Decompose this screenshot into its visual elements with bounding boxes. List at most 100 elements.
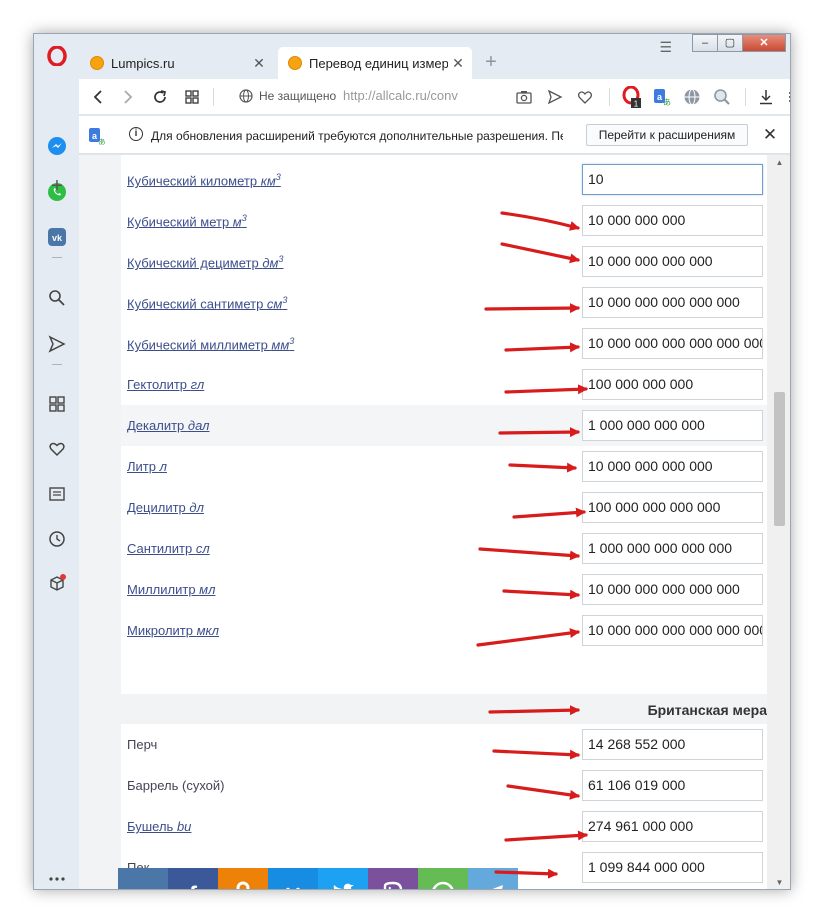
speed-dial-icon[interactable]	[181, 86, 203, 108]
translator-icon[interactable]: aあ	[651, 86, 673, 108]
unit-name-link[interactable]: Литр л	[127, 459, 167, 474]
opera-logo-icon[interactable]	[46, 45, 68, 67]
search-extension-icon[interactable]	[711, 86, 733, 108]
tab-unit-converter[interactable]: Перевод единиц измерения ✕	[278, 47, 472, 79]
download-icon[interactable]	[755, 86, 777, 108]
viber-icon	[383, 881, 403, 889]
conversion-row: Декалитр дал 1 000 000 000 000	[121, 405, 767, 446]
heart-icon[interactable]	[46, 438, 68, 460]
value-input[interactable]: 100 000 000 000	[582, 369, 763, 400]
unit-name-link[interactable]: Миллилитр мл	[127, 582, 215, 597]
unit-name-link[interactable]: Децилитр дл	[127, 500, 204, 515]
easy-setup-icon[interactable]	[783, 86, 790, 108]
whatsapp-icon	[432, 881, 454, 889]
value-input[interactable]: 100 000 000 000 000	[582, 492, 763, 523]
unit-name: Кубический метр	[127, 214, 233, 230]
unit-name-link[interactable]: Кубический сантиметр см3	[127, 295, 287, 311]
british-section-title: Британская мера	[647, 702, 767, 718]
share-moi-mir-button[interactable]	[268, 868, 318, 889]
value-input[interactable]: 14 268 552 000	[582, 729, 763, 760]
value-input[interactable]: 10 000 000 000	[582, 205, 763, 236]
address-url[interactable]: http://allcalc.ru/conv	[343, 88, 473, 103]
back-icon[interactable]	[87, 86, 109, 108]
value-input[interactable]: 10 000 000 000 000 000	[582, 574, 763, 605]
unit-name-link[interactable]: Сантилитр сл	[127, 541, 210, 556]
close-notification-icon[interactable]: ✕	[759, 124, 781, 146]
close-tab-icon[interactable]: ✕	[448, 55, 468, 72]
svg-text:あ: あ	[99, 138, 106, 145]
facebook-icon: f	[189, 882, 198, 889]
share-facebook-button[interactable]: f	[168, 868, 218, 889]
unit-name: Гектолитр	[127, 377, 191, 392]
value-input[interactable]: 10 000 000 000 000 000	[582, 287, 763, 318]
send-icon[interactable]	[544, 86, 566, 108]
value-input[interactable]: 10 000 000 000 000 000 000	[582, 615, 763, 646]
go-to-extensions-button[interactable]: Перейти к расширениям	[586, 124, 748, 146]
forward-icon[interactable]	[117, 86, 139, 108]
scroll-up-icon[interactable]: ▲	[767, 155, 790, 171]
unit-name-link[interactable]: Кубический миллиметр мм3	[127, 336, 294, 352]
vpn-globe-icon[interactable]	[681, 86, 703, 108]
close-window-button[interactable]: ✕	[742, 34, 786, 52]
maximize-button[interactable]: ▢	[717, 34, 743, 52]
share-viber-button[interactable]	[368, 868, 418, 889]
news-icon[interactable]	[46, 483, 68, 505]
value-input[interactable]: 1 099 844 000 000	[582, 852, 763, 883]
unit-symbol: сл	[195, 541, 210, 556]
reload-icon[interactable]	[149, 86, 171, 108]
sidebar-add-button[interactable]: +	[46, 175, 68, 197]
unit-name-link[interactable]: Кубический километр км3	[127, 172, 281, 188]
tab-title: Lumpics.ru	[111, 55, 175, 71]
value-input[interactable]: 10 000 000 000 000 000 000	[582, 328, 763, 359]
history-clock-icon[interactable]	[46, 528, 68, 550]
share-twitter-button[interactable]	[318, 868, 368, 889]
tab-lumpics[interactable]: Lumpics.ru ✕	[80, 47, 273, 79]
conversion-row: Перч 14 268 552 000	[121, 724, 767, 765]
share-whatsapp-button[interactable]	[418, 868, 468, 889]
unit-symbol: дл	[189, 500, 204, 515]
scroll-thumb[interactable]	[774, 392, 785, 526]
unit-name-link[interactable]: Микролитр мкл	[127, 623, 219, 638]
value-input[interactable]: 61 106 019 000	[582, 770, 763, 801]
unit-name: Баррель (сухой)	[127, 778, 225, 793]
new-tab-button[interactable]: +	[480, 51, 502, 73]
heart-icon[interactable]	[574, 86, 596, 108]
unit-name: Кубический километр	[127, 173, 261, 189]
camera-icon[interactable]	[513, 86, 535, 108]
messenger-icon[interactable]	[46, 135, 68, 157]
adblock-icon[interactable]: 1	[621, 86, 643, 108]
browser-window: Lumpics.ru ✕ Перевод единиц измерения ✕ …	[33, 33, 791, 890]
unit-name-link[interactable]: Гектолитр гл	[127, 377, 204, 392]
unit-name-link[interactable]: Декалитр дал	[127, 418, 210, 433]
value-input[interactable]: 274 961 000 000	[582, 811, 763, 842]
unit-name-link[interactable]: Кубический метр м3	[127, 213, 247, 229]
more-options-icon[interactable]	[46, 868, 68, 889]
scroll-down-icon[interactable]: ▼	[767, 875, 790, 889]
unit-symbol: мкл	[196, 623, 219, 638]
unit-name-link[interactable]: Кубический дециметр дм3	[127, 254, 283, 270]
translator-icon[interactable]: aあ	[89, 127, 105, 145]
send-icon[interactable]	[46, 333, 68, 355]
close-tab-icon[interactable]: ✕	[249, 55, 269, 72]
value-input[interactable]: 10 000 000 000 000	[582, 451, 763, 482]
share-odnoklassniki-button[interactable]	[218, 868, 268, 889]
conversion-row: Кубический сантиметр см3 10 000 000 000 0…	[121, 282, 767, 323]
value-input[interactable]: 1 000 000 000 000 000	[582, 533, 763, 564]
share-telegram-button[interactable]	[468, 868, 518, 889]
extensions-cube-icon[interactable]	[46, 573, 68, 595]
security-indicator[interactable]: Не защищено	[239, 89, 336, 103]
minimize-button[interactable]: –	[692, 34, 718, 52]
value-input[interactable]: 10 000 000 000 000	[582, 246, 763, 277]
search-icon[interactable]	[46, 287, 68, 309]
share-vk-button[interactable]: vk	[118, 868, 168, 889]
unit-name: Перч	[127, 737, 158, 752]
value-input[interactable]: 10	[582, 164, 763, 195]
speed-dial-icon[interactable]	[46, 393, 68, 415]
unit-name-link[interactable]: Бушель bu	[127, 819, 191, 834]
value-input[interactable]: 1 000 000 000 000	[582, 410, 763, 441]
tab-menu-icon[interactable]: ☰	[659, 39, 672, 56]
page-scrollbar[interactable]: ▲ ▼	[767, 155, 790, 889]
unit-symbol: см	[266, 296, 283, 312]
vk-icon[interactable]: vk	[46, 226, 68, 248]
unit-name: Литр	[127, 459, 160, 474]
